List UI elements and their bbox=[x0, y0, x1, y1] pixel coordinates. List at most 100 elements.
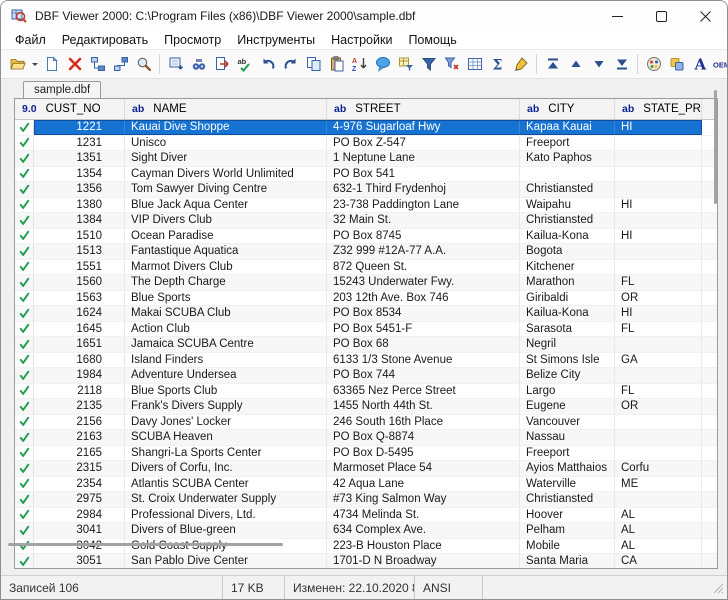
prior-record-button[interactable] bbox=[564, 52, 587, 76]
cell[interactable]: The Depth Charge bbox=[125, 275, 327, 290]
row-status-cell[interactable] bbox=[15, 197, 34, 212]
cell[interactable]: PO Box Q-8874 bbox=[327, 430, 520, 445]
cell[interactable]: Shangri-La Sports Center bbox=[125, 445, 327, 460]
skins-button[interactable] bbox=[665, 52, 688, 76]
table-row[interactable]: 1651 Jamaica SCUBA Centre PO Box 68 Negril bbox=[15, 337, 717, 353]
cell[interactable]: 23-738 Paddington Lane bbox=[327, 197, 520, 212]
cell[interactable]: Cayman Divers World Unlimited bbox=[125, 166, 327, 181]
row-status-cell[interactable] bbox=[15, 259, 34, 274]
paste-button[interactable] bbox=[325, 52, 348, 76]
cell[interactable]: 1651 bbox=[34, 337, 125, 352]
comment-button[interactable] bbox=[371, 52, 394, 76]
cell[interactable]: 1221 bbox=[34, 120, 125, 135]
menu-item-file[interactable]: Файл bbox=[7, 33, 54, 47]
cell[interactable]: 1701-D N Broadway bbox=[327, 554, 520, 568]
cell[interactable] bbox=[615, 445, 702, 460]
minimize-button[interactable] bbox=[595, 1, 639, 31]
cell[interactable]: PO Box Z-547 bbox=[327, 135, 520, 150]
column-header-state-prov[interactable]: ab STATE_PRI bbox=[615, 99, 702, 119]
cell[interactable]: 1645 bbox=[34, 321, 125, 336]
cell[interactable]: AL bbox=[615, 538, 702, 553]
table-row[interactable]: 1645 Action Club PO Box 5451-F Sarasota FL bbox=[15, 321, 717, 337]
table-row[interactable]: 1354 Cayman Divers World Unlimited PO Box … bbox=[15, 166, 717, 182]
cell[interactable]: Fantastique Aquatica bbox=[125, 244, 327, 259]
cell[interactable] bbox=[615, 166, 702, 181]
cell[interactable]: Atlantis SCUBA Center bbox=[125, 476, 327, 491]
cell[interactable]: Giribaldi bbox=[520, 290, 615, 305]
cell[interactable]: Negril bbox=[520, 337, 615, 352]
table-row[interactable]: 2315 Divers of Corfu, Inc. Marmoset Place … bbox=[15, 461, 717, 477]
cell[interactable] bbox=[615, 430, 702, 445]
color-palette-button[interactable] bbox=[642, 52, 665, 76]
cell[interactable]: 203 12th Ave. Box 746 bbox=[327, 290, 520, 305]
row-status-cell[interactable] bbox=[15, 213, 34, 228]
cell[interactable]: 1384 bbox=[34, 213, 125, 228]
set-filter-button[interactable] bbox=[394, 52, 417, 76]
new-button[interactable] bbox=[40, 52, 63, 76]
cell[interactable]: Kailua-Kona bbox=[520, 228, 615, 243]
row-status-cell[interactable] bbox=[15, 120, 34, 135]
cell[interactable]: HI bbox=[615, 120, 702, 135]
table-row[interactable]: 1984 Adventure Undersea PO Box 744 Belize C… bbox=[15, 368, 717, 384]
cell[interactable]: Christiansted bbox=[520, 182, 615, 197]
table-row[interactable]: 2118 Blue Sports Club 63365 Nez Perce Stre… bbox=[15, 383, 717, 399]
cell[interactable]: PO Box 8534 bbox=[327, 306, 520, 321]
cell[interactable]: Blue Sports bbox=[125, 290, 327, 305]
cell[interactable]: St Simons Isle bbox=[520, 352, 615, 367]
cell[interactable] bbox=[520, 166, 615, 181]
table-row[interactable]: 1221 Kauai Dive Shoppe 4-976 Sugarloaf Hwy… bbox=[15, 120, 717, 136]
row-status-cell[interactable] bbox=[15, 321, 34, 336]
menu-item-help[interactable]: Помощь bbox=[400, 33, 464, 47]
row-status-cell[interactable] bbox=[15, 492, 34, 507]
find-button[interactable] bbox=[187, 52, 210, 76]
table-row[interactable]: 1551 Marmot Divers Club 872 Queen St. Kitch… bbox=[15, 259, 717, 275]
table-row[interactable]: 1384 VIP Divers Club 32 Main St. Christians… bbox=[15, 213, 717, 229]
cell[interactable]: 63365 Nez Perce Street bbox=[327, 383, 520, 398]
redo-button[interactable] bbox=[279, 52, 302, 76]
row-status-cell[interactable] bbox=[15, 337, 34, 352]
cell[interactable]: 1624 bbox=[34, 306, 125, 321]
cell[interactable]: Action Club bbox=[125, 321, 327, 336]
row-status-cell[interactable] bbox=[15, 166, 34, 181]
cell[interactable]: 1351 bbox=[34, 151, 125, 166]
cell[interactable]: Ocean Paradise bbox=[125, 228, 327, 243]
next-record-button[interactable] bbox=[587, 52, 610, 76]
first-record-button[interactable] bbox=[541, 52, 564, 76]
cell[interactable]: 1 Neptune Lane bbox=[327, 151, 520, 166]
tab-sample-dbf[interactable]: sample.dbf bbox=[23, 81, 102, 98]
cell[interactable]: St. Croix Underwater Supply bbox=[125, 492, 327, 507]
cell[interactable]: PO Box 541 bbox=[327, 166, 520, 181]
column-header-name[interactable]: ab NAME bbox=[125, 99, 327, 119]
cell[interactable]: VIP Divers Club bbox=[125, 213, 327, 228]
cell[interactable]: Nassau bbox=[520, 430, 615, 445]
font-button[interactable]: A bbox=[688, 52, 711, 76]
table-row[interactable]: 2975 St. Croix Underwater Supply #73 King … bbox=[15, 492, 717, 508]
grid-view-button[interactable] bbox=[463, 52, 486, 76]
cell[interactable]: Kailua-Kona bbox=[520, 306, 615, 321]
open-dropdown-button[interactable] bbox=[29, 52, 40, 76]
horizontal-scrollbar[interactable] bbox=[8, 543, 283, 546]
cell[interactable]: Marathon bbox=[520, 275, 615, 290]
column-header-street[interactable]: ab STREET bbox=[327, 99, 520, 119]
table-row[interactable]: 3051 San Pablo Dive Center 1701-D N Broadw… bbox=[15, 554, 717, 568]
row-status-cell[interactable] bbox=[15, 290, 34, 305]
oem-charset-button[interactable]: OEM bbox=[711, 52, 727, 76]
table-row[interactable]: 2984 Professional Divers, Ltd. 4734 Melind… bbox=[15, 507, 717, 523]
row-status-cell[interactable] bbox=[15, 476, 34, 491]
cell[interactable]: 6133 1/3 Stone Avenue bbox=[327, 352, 520, 367]
menu-item-edit[interactable]: Редактировать bbox=[54, 33, 156, 47]
undo-button[interactable] bbox=[256, 52, 279, 76]
cell[interactable]: SCUBA Heaven bbox=[125, 430, 327, 445]
cell[interactable]: #73 King Salmon Way bbox=[327, 492, 520, 507]
cell[interactable]: 1563 bbox=[34, 290, 125, 305]
sort-button[interactable]: AZ bbox=[348, 52, 371, 76]
cell[interactable]: Island Finders bbox=[125, 352, 327, 367]
cell[interactable]: 3051 bbox=[34, 554, 125, 568]
cell[interactable]: 2156 bbox=[34, 414, 125, 429]
cell[interactable]: San Pablo Dive Center bbox=[125, 554, 327, 568]
row-status-cell[interactable] bbox=[15, 228, 34, 243]
row-status-cell[interactable] bbox=[15, 461, 34, 476]
cell[interactable]: 1231 bbox=[34, 135, 125, 150]
cell[interactable]: 1510 bbox=[34, 228, 125, 243]
cell[interactable]: GA bbox=[615, 352, 702, 367]
